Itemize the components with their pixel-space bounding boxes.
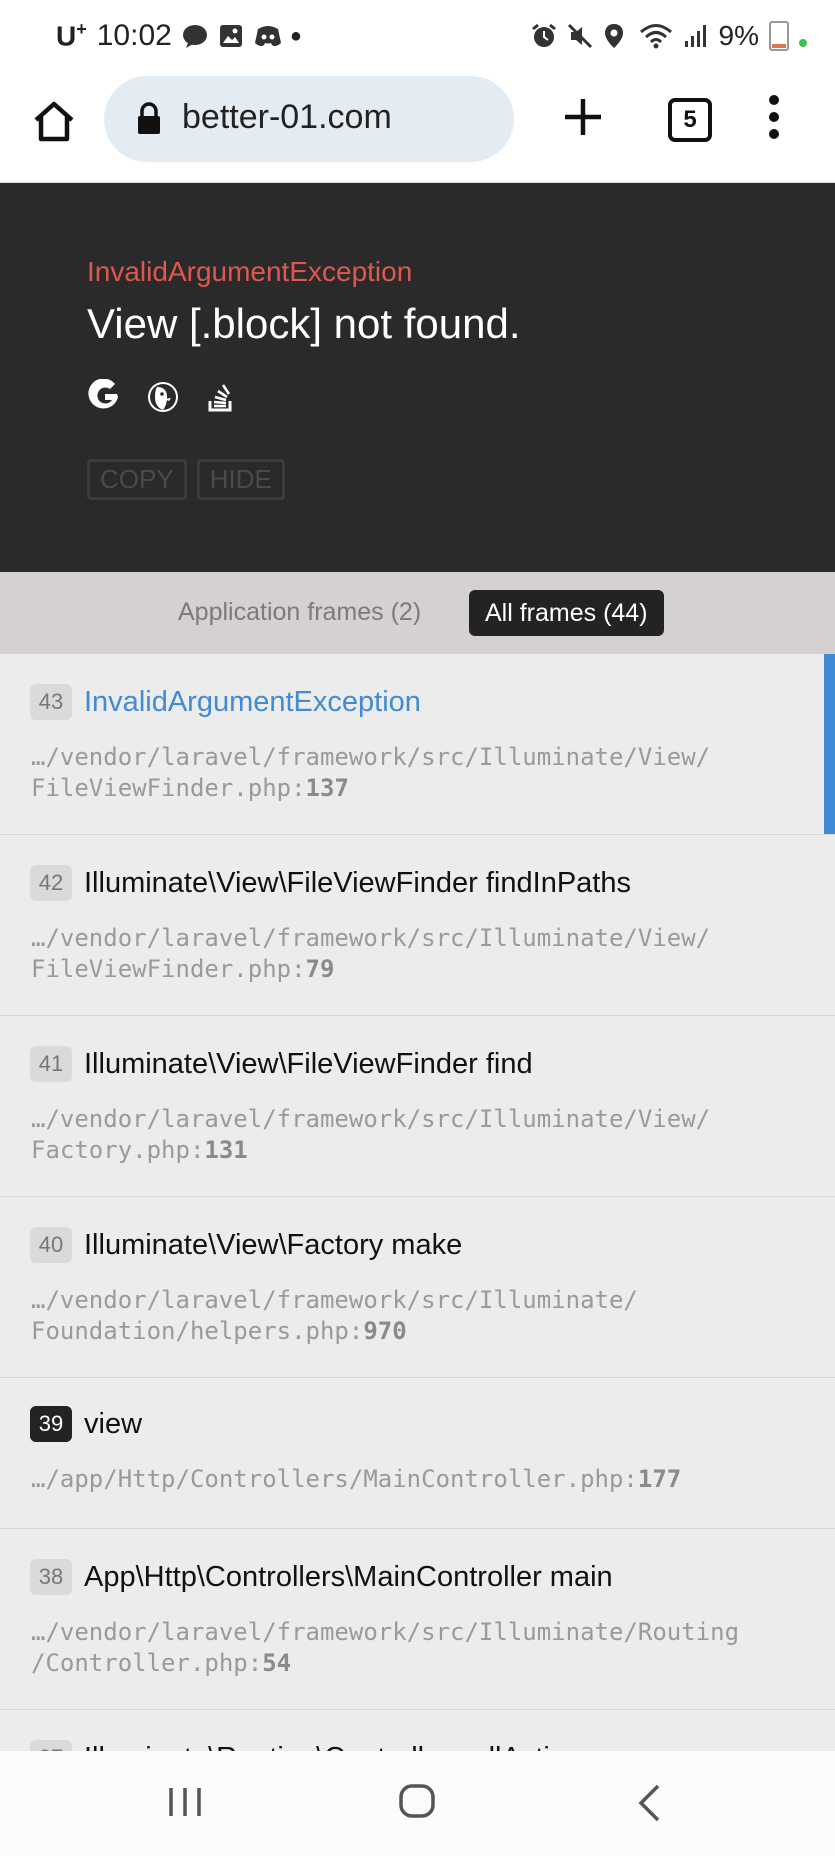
frame-title: Illuminate\View\FileViewFinder find: [84, 1047, 533, 1080]
carrier-label: U+: [56, 19, 87, 52]
search-links: [87, 378, 239, 415]
duckduckgo-search-icon[interactable]: [145, 379, 181, 415]
frame-title: InvalidArgumentException: [84, 685, 421, 718]
talk-notification-icon: [182, 23, 208, 49]
google-search-icon[interactable]: [87, 378, 123, 415]
mute-icon: [567, 23, 593, 49]
more-notifications-dot-icon: ●: [289, 24, 302, 47]
error-header: InvalidArgumentException View [.block] n…: [0, 183, 835, 572]
frame-title: view: [84, 1407, 143, 1440]
frame-number: 43: [30, 684, 72, 720]
battery-percent: 9%: [718, 20, 759, 51]
frame-path: …/vendor/laravel/framework/src/Illuminat…: [31, 924, 711, 983]
battery-icon: [769, 21, 789, 51]
status-bar: U+ 10:02 ● 9%: [0, 0, 835, 70]
frame-number: 41: [30, 1046, 72, 1082]
address-bar[interactable]: better-01.com: [104, 76, 514, 162]
clock: 10:02: [96, 19, 172, 52]
exception-message: View [.block] not found.: [87, 300, 521, 347]
home-nav-icon[interactable]: [398, 1783, 436, 1819]
frame-title: App\Http\Controllers\MainController main: [84, 1560, 613, 1593]
copy-button[interactable]: COPY: [87, 459, 187, 500]
stack-frame[interactable]: 43 InvalidArgumentException …/vendor/lar…: [0, 654, 835, 835]
browser-toolbar: better-01.com 5: [0, 70, 835, 183]
stack-frame[interactable]: 41 Illuminate\View\FileViewFinder find ……: [0, 1016, 835, 1197]
stack-frame[interactable]: 38 App\Http\Controllers\MainController m…: [0, 1529, 835, 1710]
frame-number: 39: [30, 1406, 72, 1442]
privacy-indicator-icon: [799, 39, 807, 47]
stack-frame[interactable]: 42 Illuminate\View\FileViewFinder findIn…: [0, 835, 835, 1016]
discord-notification-icon: [254, 23, 281, 49]
stack-frame[interactable]: 39 view …/app/Http/Controllers/MainContr…: [0, 1378, 835, 1529]
stack-frame[interactable]: 40 Illuminate\View\Factory make …/vendor…: [0, 1197, 835, 1378]
frame-path: …/vendor/laravel/framework/src/Illuminat…: [31, 1286, 638, 1345]
lock-icon[interactable]: [136, 102, 162, 136]
back-icon[interactable]: [636, 1783, 662, 1823]
frame-number: 40: [30, 1227, 72, 1263]
frame-path: …/vendor/laravel/framework/src/Illuminat…: [31, 1618, 740, 1677]
frame-path: …/vendor/laravel/framework/src/Illuminat…: [31, 743, 711, 802]
alarm-icon: [531, 23, 557, 49]
frame-path: …/vendor/laravel/framework/src/Illuminat…: [31, 1105, 711, 1164]
tab-switcher-button[interactable]: 5: [668, 98, 712, 142]
frames-filter-bar: Application frames (2) All frames (44): [0, 572, 835, 654]
system-navigation-bar: [0, 1751, 835, 1856]
home-icon[interactable]: [30, 98, 78, 146]
frame-path: …/app/Http/Controllers/MainController.ph…: [31, 1465, 682, 1493]
recent-apps-icon[interactable]: [168, 1787, 202, 1817]
frame-number: 38: [30, 1559, 72, 1595]
frame-title: Illuminate\View\Factory make: [84, 1228, 463, 1261]
exception-type: InvalidArgumentException: [87, 256, 413, 287]
stack-frames-list: 43 InvalidArgumentException …/vendor/lar…: [0, 654, 835, 1831]
frame-number: 42: [30, 865, 72, 901]
tab-all-frames[interactable]: All frames (44): [469, 590, 664, 636]
wifi-icon: [639, 23, 673, 49]
stackoverflow-search-icon[interactable]: [203, 379, 239, 415]
frame-title: Illuminate\View\FileViewFinder findInPat…: [84, 866, 631, 899]
gallery-notification-icon: [218, 23, 244, 49]
location-icon: [603, 23, 629, 49]
signal-icon: [683, 23, 709, 49]
new-tab-icon[interactable]: [562, 96, 604, 138]
url-text[interactable]: better-01.com: [182, 98, 392, 137]
more-menu-icon[interactable]: [764, 92, 784, 142]
tab-application-frames[interactable]: Application frames (2): [178, 598, 421, 627]
hide-button[interactable]: HIDE: [196, 459, 285, 500]
